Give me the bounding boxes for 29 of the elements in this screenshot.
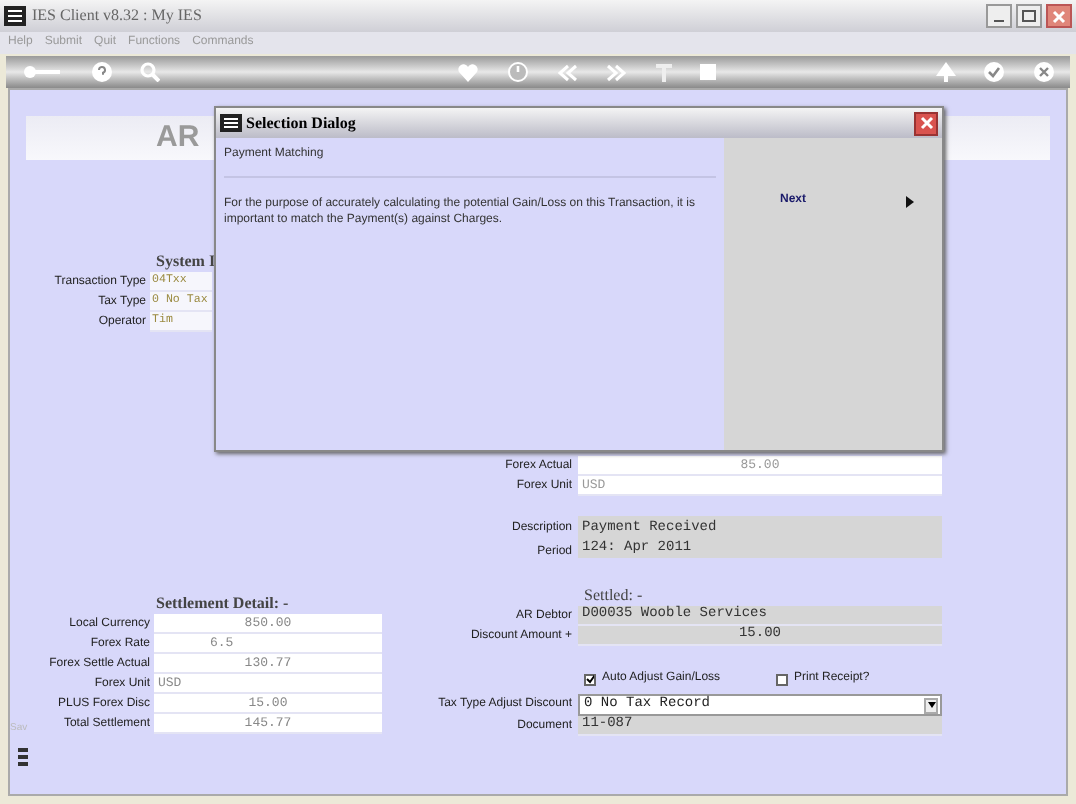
rewind-icon[interactable] bbox=[557, 63, 578, 81]
close-button[interactable] bbox=[1046, 4, 1072, 28]
help-icon[interactable] bbox=[91, 62, 112, 82]
checkbox-box[interactable] bbox=[584, 673, 596, 685]
section-heading: Settlement Detail: - bbox=[156, 594, 291, 614]
close-icon[interactable] bbox=[1033, 62, 1054, 82]
dropdown-arrow-icon bbox=[927, 702, 935, 708]
maximize-button[interactable] bbox=[1016, 4, 1042, 28]
minimize-button[interactable] bbox=[986, 4, 1012, 28]
search-icon[interactable] bbox=[140, 62, 161, 82]
section-heading: Settled: - bbox=[584, 586, 645, 605]
checkbox-box[interactable] bbox=[776, 673, 788, 685]
window-title: IES Client v8.32 : My IES bbox=[32, 4, 202, 28]
dialog-title: Selection Dialog bbox=[246, 111, 356, 135]
fast-forward-icon[interactable] bbox=[606, 63, 627, 81]
text-icon[interactable] bbox=[655, 63, 672, 81]
page-title: AR bbox=[156, 117, 200, 158]
app-icon bbox=[4, 6, 26, 26]
section-heading: System I bbox=[156, 252, 218, 272]
dialog-icon bbox=[220, 114, 242, 132]
close-icon bbox=[919, 116, 933, 130]
caret-icon bbox=[906, 195, 914, 207]
close-button[interactable] bbox=[914, 111, 938, 135]
close-icon bbox=[1052, 9, 1066, 23]
power-icon[interactable] bbox=[508, 62, 529, 82]
menu-icon[interactable] bbox=[18, 748, 28, 766]
key-icon[interactable] bbox=[22, 64, 62, 80]
heart-icon[interactable] bbox=[458, 63, 479, 81]
check-icon[interactable] bbox=[984, 62, 1005, 82]
